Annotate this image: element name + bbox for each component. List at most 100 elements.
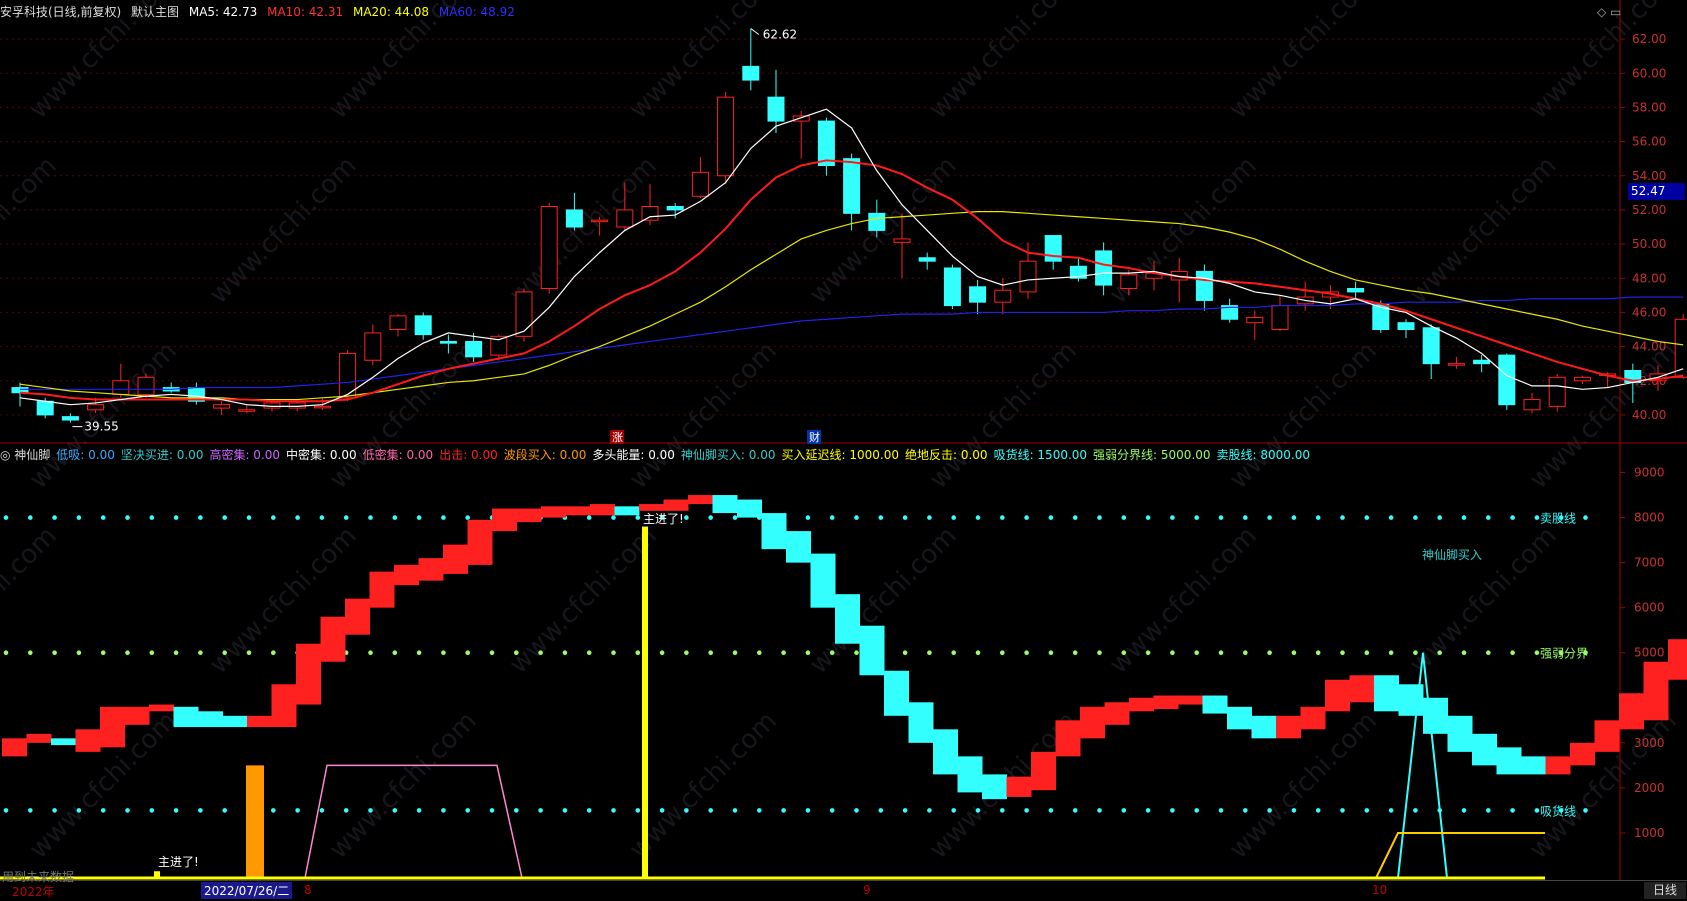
ref-dot — [1364, 650, 1370, 656]
indicator-value-11: 吸货线: 1500.00 — [993, 448, 1088, 462]
ref-dot — [392, 515, 398, 520]
ma60-label: MA60: 48.92 — [438, 5, 515, 19]
ref-dot — [1534, 650, 1540, 656]
ref-dot — [1097, 515, 1102, 520]
energy-step — [418, 558, 444, 581]
strike-bar — [642, 526, 648, 878]
ref-dot — [1194, 650, 1199, 656]
ref-dot — [708, 515, 713, 520]
ref-dot — [1315, 650, 1321, 656]
price-tick-label: 54.00 — [1632, 169, 1666, 183]
date-label-sep: 9 — [863, 883, 871, 897]
ref-dot — [1510, 808, 1515, 813]
ref-dot — [465, 808, 471, 813]
ref-dot — [1218, 650, 1224, 656]
candle-body — [1019, 260, 1037, 293]
ref-dot — [1315, 515, 1321, 520]
energy-step — [688, 495, 713, 505]
indicator-value-13: 卖股线: 8000.00 — [1216, 448, 1311, 462]
energy-step — [1006, 776, 1032, 797]
indicator-value-4: 低密集: 0.00 — [362, 448, 434, 462]
current-date-label: 2022/07/26/二 — [201, 882, 293, 899]
energy-step — [296, 643, 321, 705]
energy-step — [1423, 697, 1448, 734]
period-button[interactable]: 日线 — [1644, 882, 1686, 899]
ref-dot — [829, 650, 835, 656]
annotation-buy: 神仙脚买入 — [1422, 547, 1482, 562]
indicator-value-7: 多头能量: 0.00 — [592, 448, 675, 462]
ref-dot — [76, 515, 82, 520]
ref-dot — [1534, 515, 1540, 520]
marker-zhang: 涨 — [612, 431, 623, 444]
ref-dot — [52, 515, 57, 520]
ref-dot — [1583, 515, 1588, 520]
ref-dot — [927, 808, 932, 813]
watermark-text: www.cfchi.com — [324, 706, 483, 865]
candle-body — [969, 286, 987, 303]
main-chart-label[interactable]: 默认主图 — [131, 3, 179, 20]
energy-step — [1349, 675, 1375, 703]
ref-dot — [52, 650, 57, 656]
candle-body — [238, 409, 256, 412]
energy-step — [222, 715, 248, 728]
ref-dot — [538, 808, 543, 813]
candle-body — [1120, 274, 1138, 290]
indicator-value-12: 强弱分界线: 5000.00 — [1093, 448, 1211, 462]
stock-name[interactable]: 安孚科技(日线,前复权) — [0, 3, 121, 20]
ref-dot — [1267, 808, 1272, 813]
ref-dot — [271, 650, 276, 656]
indicator-name[interactable]: ◎ 神仙脚 — [0, 446, 50, 463]
candle-body — [717, 96, 735, 177]
ref-dot — [611, 515, 616, 520]
ref-dot — [1291, 515, 1297, 520]
ref-dot — [732, 515, 738, 520]
ref-dot — [125, 808, 130, 813]
ref-dot — [1267, 515, 1272, 520]
ref-dot — [295, 808, 300, 813]
ref-dot — [1121, 515, 1127, 520]
energy-step — [345, 598, 370, 635]
ref-dot — [829, 515, 835, 520]
ref-dot — [1388, 650, 1394, 656]
price-tick-label: 48.00 — [1632, 271, 1666, 285]
ref-dot — [3, 650, 9, 656]
energy-step — [516, 508, 542, 523]
ref-dot — [1413, 650, 1418, 656]
energy-step — [1055, 720, 1081, 757]
candle-body — [691, 171, 709, 197]
ref-dot — [611, 650, 616, 656]
energy-step — [786, 531, 811, 563]
energy-step — [1080, 706, 1105, 739]
ref-label-1: 强弱分界 — [1540, 647, 1588, 661]
ref-dot — [781, 650, 786, 656]
ref-dot — [1170, 650, 1175, 656]
marker-cai: 财 — [809, 430, 820, 444]
candle-body — [1347, 288, 1365, 293]
ref-dot — [927, 650, 932, 656]
energy-step — [541, 506, 566, 518]
ref-dot — [1413, 808, 1418, 813]
ref-dot — [1388, 808, 1394, 813]
ref-dot — [562, 650, 568, 656]
energy-step — [26, 733, 52, 743]
ref-dot — [1510, 650, 1515, 656]
high-pointer — [750, 28, 760, 35]
price-header: 安孚科技(日线,前复权) 默认主图 MA5: 42.73 MA10: 42.31… — [0, 3, 1620, 21]
energy-step — [1545, 756, 1571, 775]
price-tick-label: 56.00 — [1632, 135, 1666, 149]
ref-dot — [465, 515, 471, 520]
energy-step — [443, 544, 468, 574]
ref-dot — [125, 515, 130, 520]
ref-dot — [1072, 808, 1078, 813]
indicator-value-1: 坚决买进: 0.00 — [120, 448, 204, 462]
energy-step — [369, 571, 395, 608]
ref-dot — [902, 808, 908, 813]
energy-step — [1447, 715, 1473, 752]
ref-dot — [659, 650, 665, 656]
energy-step — [859, 625, 885, 676]
ref-dot — [1486, 650, 1491, 656]
price-tick-label: 52.00 — [1632, 203, 1666, 217]
ref-dot — [1486, 515, 1491, 520]
energy-step — [1521, 756, 1546, 775]
candle-body — [1095, 250, 1113, 286]
